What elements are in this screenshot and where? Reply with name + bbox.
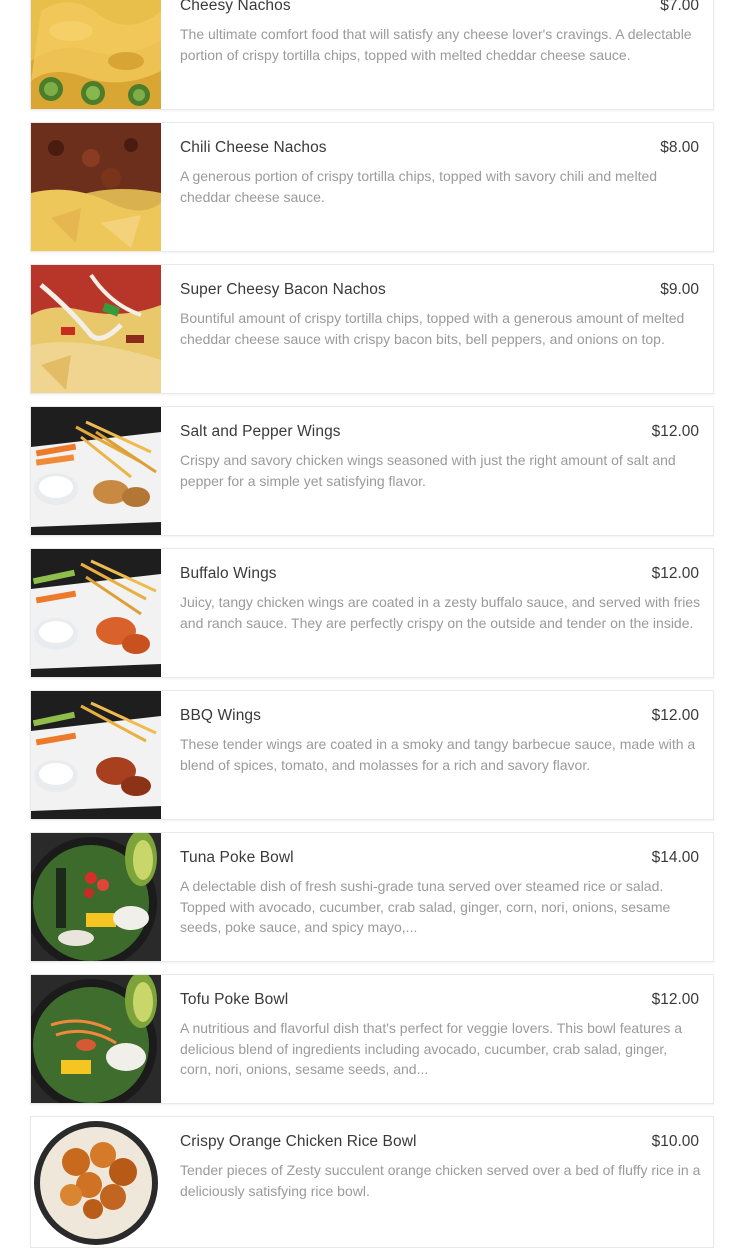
item-description: A nutritious and flavorful dish that's p… <box>180 1020 683 1077</box>
item-description: Bountiful amount of crispy tortilla chip… <box>180 310 685 347</box>
item-name: Cheesy Nachos <box>180 0 291 14</box>
item-description: Crispy and savory chicken wings seasoned… <box>180 452 676 489</box>
buffalo-wings-photo <box>31 549 161 677</box>
item-description: The ultimate comfort food that will sati… <box>180 26 692 63</box>
item-name: Super Cheesy Bacon Nachos <box>180 281 386 298</box>
item-price: $12.00 <box>651 423 699 440</box>
orange-chicken-bowl-photo <box>31 1117 161 1245</box>
menu-item-card[interactable]: Tofu Poke Bowl $12.00 A nutritious and f… <box>30 974 714 1104</box>
item-price: $12.00 <box>651 707 699 724</box>
cheesy-nachos-photo <box>31 0 161 109</box>
item-description: Juicy, tangy chicken wings are coated in… <box>180 594 701 631</box>
salt-pepper-wings-photo <box>31 407 161 535</box>
item-price: $7.00 <box>660 0 699 14</box>
item-price: $12.00 <box>651 991 699 1008</box>
item-price: $9.00 <box>660 281 699 298</box>
item-price: $10.00 <box>651 1133 699 1150</box>
bbq-wings-photo <box>31 691 161 819</box>
menu-item-card[interactable]: Salt and Pepper Wings $12.00 Crispy and … <box>30 406 714 536</box>
item-name: BBQ Wings <box>180 707 262 724</box>
item-description: These tender wings are coated in a smoky… <box>180 736 696 773</box>
item-description: A delectable dish of fresh sushi-grade t… <box>180 878 671 935</box>
menu-item-card[interactable]: Tuna Poke Bowl $14.00 A delectable dish … <box>30 832 714 962</box>
item-name: Buffalo Wings <box>180 565 277 582</box>
tofu-poke-bowl-photo <box>31 975 161 1103</box>
item-name: Salt and Pepper Wings <box>180 423 341 440</box>
item-description: Tender pieces of Zesty succulent orange … <box>180 1162 701 1199</box>
item-price: $12.00 <box>651 565 699 582</box>
bacon-nachos-photo <box>31 265 161 393</box>
menu-item-card[interactable]: Crispy Orange Chicken Rice Bowl $10.00 T… <box>30 1116 714 1248</box>
chili-cheese-nachos-photo <box>31 123 161 251</box>
menu-item-card[interactable]: Cheesy Nachos $7.00 The ultimate comfort… <box>30 0 714 110</box>
menu-item-card[interactable]: Chili Cheese Nachos $8.00 A generous por… <box>30 122 714 252</box>
item-name: Tofu Poke Bowl <box>180 991 289 1008</box>
menu-item-card[interactable]: BBQ Wings $12.00 These tender wings are … <box>30 690 714 820</box>
item-name: Crispy Orange Chicken Rice Bowl <box>180 1133 417 1150</box>
item-price: $8.00 <box>660 139 699 156</box>
item-price: $14.00 <box>651 849 699 866</box>
menu-item-card[interactable]: Super Cheesy Bacon Nachos $9.00 Bountifu… <box>30 264 714 394</box>
item-name: Tuna Poke Bowl <box>180 849 294 866</box>
item-description: A generous portion of crispy tortilla ch… <box>180 168 658 205</box>
menu-item-card[interactable]: Buffalo Wings $12.00 Juicy, tangy chicke… <box>30 548 714 678</box>
item-name: Chili Cheese Nachos <box>180 139 327 156</box>
tuna-poke-bowl-photo <box>31 833 161 961</box>
